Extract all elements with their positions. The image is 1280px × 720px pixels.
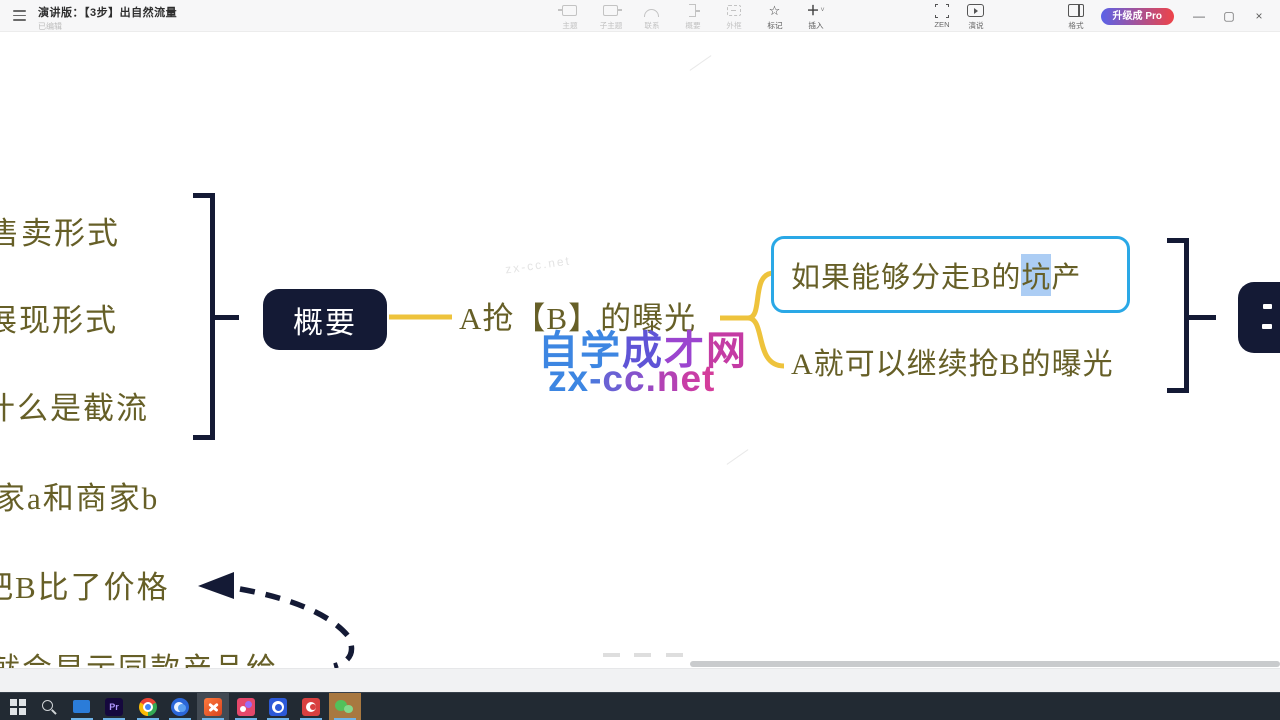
selected-topic-text-tail: 产 [1051, 254, 1081, 296]
taskbar-app-chrome[interactable] [139, 698, 157, 716]
taskbar-app-wechat[interactable] [335, 698, 353, 716]
chevron-down-icon: ˅ [820, 7, 824, 14]
ghost-watermark: zx-cc.net [504, 253, 571, 276]
tool-marker[interactable]: ☆ 标记 [759, 3, 790, 31]
blue-clock-app-icon [269, 698, 287, 716]
ghost-dash [634, 653, 651, 657]
topic-merchant-a-b[interactable]: 家a和商家b [0, 483, 159, 514]
tool-zen-mode[interactable]: ZEN [925, 3, 959, 29]
summary-bracket-right-tick [1184, 315, 1216, 320]
topic-display-format[interactable]: 展现形式 [0, 305, 118, 336]
insert-plus-icon: ＋˅ [806, 3, 824, 18]
blue-window-app-icon [73, 700, 90, 713]
document-title-block: 演讲版：【3步】出自然流量 已编辑 [38, 4, 177, 32]
tool-boundary[interactable]: 外框 [718, 3, 749, 31]
wechat-icon [335, 698, 355, 716]
document-status: 已编辑 [38, 21, 177, 32]
taskbar-app-pink-media[interactable] [237, 698, 255, 716]
toolbar-right-tools: ZEN 演说 格式 升级成 Pro — ▢ × [925, 3, 1274, 31]
summary-node[interactable]: 概要 [263, 289, 387, 350]
window-controls: — ▢ × [1184, 3, 1274, 29]
present-icon [967, 3, 984, 18]
menu-icon[interactable] [13, 10, 26, 21]
toolbar-center-tools: 主题 子主题 联系 概要 外框 ☆ 标记 ＋˅ [554, 3, 831, 31]
blue-disk-app-icon [171, 698, 189, 716]
ghost-dash [603, 653, 620, 657]
topic-price-compare[interactable]: 把B比了价格 [0, 572, 170, 603]
right-clipped-node[interactable] [1238, 282, 1280, 353]
document-title: 演讲版：【3步】出自然流量 [38, 4, 177, 20]
taskbar-app-premiere[interactable]: Pr [105, 698, 123, 716]
tool-subtopic[interactable]: 子主题 [595, 3, 626, 31]
subtopic-icon [603, 3, 618, 18]
selected-topic-text: 如果能够分走B的 [791, 254, 1021, 296]
relationship-icon [644, 3, 659, 18]
mindmap-canvas[interactable]: zx-cc.net 售卖形式 展现形式 什么是截流 家a和商家b 把B比了价格 … [0, 32, 1280, 692]
tool-relationship[interactable]: 联系 [636, 3, 667, 31]
xmind-icon [204, 698, 222, 716]
taskbar-app-blue-window[interactable] [73, 698, 91, 716]
taskbar-app-xmind[interactable] [204, 698, 222, 716]
premiere-icon: Pr [105, 698, 123, 716]
chrome-icon [139, 698, 157, 716]
taskbar-app-blue-clock[interactable] [269, 698, 287, 716]
zen-mode-icon [935, 3, 949, 18]
app-toolbar: 演讲版：【3步】出自然流量 已编辑 主题 子主题 联系 概要 外框 [0, 0, 1280, 32]
pink-media-app-icon [237, 698, 255, 716]
tool-present[interactable]: 演说 [959, 3, 993, 31]
taskbar: Pr [0, 692, 1280, 720]
taskbar-app-red[interactable] [302, 698, 320, 716]
screen: 演讲版：【3步】出自然流量 已编辑 主题 子主题 联系 概要 外框 [0, 0, 1280, 720]
selected-topic-highlight: 坑 [1021, 254, 1051, 296]
ghost-line [727, 449, 749, 465]
search-icon [42, 700, 53, 711]
topic-selected-box[interactable]: 如果能够分走B的坑产 [771, 236, 1130, 313]
taskbar-search-button[interactable] [40, 698, 58, 716]
marker-star-icon: ☆ [769, 3, 781, 18]
upgrade-pro-button[interactable]: 升级成 Pro [1101, 8, 1174, 25]
tool-format[interactable]: 格式 [1059, 3, 1093, 31]
ghost-line [690, 55, 712, 71]
canvas-bottom-strip [0, 668, 1280, 692]
minimize-button[interactable]: — [1184, 3, 1214, 29]
tool-topic[interactable]: 主题 [554, 3, 585, 31]
summary-icon [689, 3, 696, 18]
summary-bracket-left-tick [210, 315, 239, 320]
tool-summary[interactable]: 概要 [677, 3, 708, 31]
tool-insert[interactable]: ＋˅ 插入 [800, 3, 831, 31]
horizontal-scrollbar[interactable] [690, 661, 1280, 667]
format-panel-icon [1068, 3, 1084, 18]
topic-sell-format[interactable]: 售卖形式 [0, 218, 120, 249]
start-button[interactable] [10, 698, 28, 716]
topic-lower-right[interactable]: A就可以继续抢B的曝光 [791, 350, 1114, 380]
boundary-icon [727, 3, 741, 18]
maximize-button[interactable]: ▢ [1214, 3, 1244, 29]
watermark-line2: zx-cc.net [548, 358, 715, 400]
windows-logo-icon [10, 699, 28, 715]
topic-icon [562, 3, 577, 18]
topic-what-is-jieliu[interactable]: 什么是截流 [0, 393, 149, 424]
ghost-dash [666, 653, 683, 657]
red-app-icon [302, 698, 320, 716]
close-button[interactable]: × [1244, 3, 1274, 29]
taskbar-app-blue-disk[interactable] [171, 698, 189, 716]
